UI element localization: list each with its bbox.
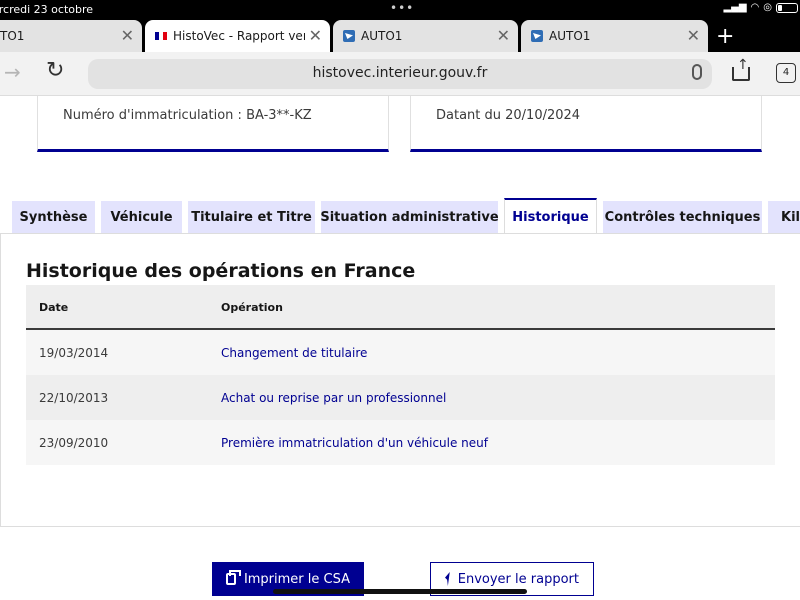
tab-historique[interactable]: Historique	[504, 198, 597, 234]
browser-tab-auto1-second[interactable]: AUTO1 ✕	[333, 20, 518, 52]
french-flag-icon	[155, 32, 167, 40]
section-tabs: Synthèse Véhicule Titulaire et Titre Sit…	[0, 198, 800, 234]
wifi-icon: ◠	[750, 2, 760, 13]
row-operation: Changement de titulaire	[221, 346, 368, 360]
browser-tab-histovec[interactable]: HistoVec - Rapport vendeur ✕	[145, 20, 330, 52]
multitasking-dots-icon[interactable]: •••	[390, 1, 414, 15]
tab-label: AUTO1	[361, 29, 403, 43]
report-date-card: Datant du 20/10/2024	[410, 96, 762, 152]
table-row: 22/10/2013 Achat ou reprise par un profe…	[26, 375, 775, 420]
printer-icon	[226, 570, 241, 585]
immatriculation-text: Numéro d'immatriculation : BA-3**-KZ	[63, 108, 312, 123]
close-tab-icon[interactable]: ✕	[687, 26, 700, 45]
row-operation: Première immatriculation d'un véhicule n…	[221, 436, 488, 450]
microphone-icon[interactable]	[692, 64, 702, 80]
table-row: 19/03/2014 Changement de titulaire	[26, 330, 775, 375]
tab-controles-techniques[interactable]: Contrôles techniques	[603, 201, 762, 234]
browser-tab-bar: TO1 ✕ HistoVec - Rapport vendeur ✕ AUTO1…	[0, 18, 800, 52]
historique-panel: Historique des opérations en France Date…	[0, 233, 800, 527]
forward-arrow-icon[interactable]: →	[4, 60, 21, 84]
tab-count-button[interactable]: 4	[776, 63, 796, 83]
tab-vehicule[interactable]: Véhicule	[101, 201, 182, 234]
tab-label: TO1	[0, 29, 25, 43]
tab-titulaire-titre[interactable]: Titulaire et Titre	[188, 201, 315, 234]
browser-tab-auto1-third[interactable]: AUTO1 ✕	[521, 20, 708, 52]
auto1-icon	[531, 30, 543, 42]
url-text: histovec.interieur.gouv.fr	[312, 65, 488, 81]
column-header-date: Date	[39, 301, 69, 314]
battery-icon	[776, 2, 798, 13]
tab-situation-administrative[interactable]: Situation administrative	[321, 201, 498, 234]
table-row: 23/09/2010 Première immatriculation d'un…	[26, 420, 775, 465]
history-table: Date Opération 19/03/2014 Changement de …	[26, 285, 775, 465]
address-bar[interactable]: histovec.interieur.gouv.fr	[88, 59, 712, 89]
row-date: 23/09/2010	[39, 436, 109, 450]
reload-icon[interactable]: ↻	[46, 58, 64, 83]
tab-label: AUTO1	[549, 29, 591, 43]
send-arrow-icon	[445, 572, 450, 586]
status-time: ercredi 23 octobre	[0, 3, 94, 16]
signal-icon: ▂▄▆	[723, 2, 747, 13]
history-title: Historique des opérations en France	[26, 260, 416, 282]
close-tab-icon[interactable]: ✕	[309, 26, 322, 45]
row-date: 19/03/2014	[39, 346, 109, 360]
close-tab-icon[interactable]: ✕	[121, 26, 134, 45]
close-tab-icon[interactable]: ✕	[497, 26, 510, 45]
home-indicator[interactable]	[273, 589, 527, 594]
lock-rotation-icon: ◎	[763, 2, 772, 13]
send-report-label: Envoyer le rapport	[457, 571, 579, 587]
tab-label: HistoVec - Rapport vendeur	[173, 29, 305, 43]
column-header-operation: Opération	[221, 301, 283, 314]
browser-tab-auto1-first[interactable]: TO1 ✕	[0, 20, 142, 52]
auto1-icon	[343, 30, 355, 42]
immatriculation-card: Numéro d'immatriculation : BA-3**-KZ	[37, 96, 389, 152]
row-operation: Achat ou reprise par un professionnel	[221, 391, 447, 405]
tab-kilometrage[interactable]: Kilo	[768, 201, 800, 234]
report-date-text: Datant du 20/10/2024	[436, 108, 581, 123]
print-csa-label: Imprimer le CSA	[243, 571, 350, 587]
row-date: 22/10/2013	[39, 391, 109, 405]
table-header: Date Opération	[26, 285, 775, 330]
tab-synthese[interactable]: Synthèse	[12, 201, 95, 234]
status-icons: ▂▄▆ ◠ ◎	[723, 2, 798, 13]
share-icon[interactable]: ↑	[732, 57, 750, 81]
status-bar: ercredi 23 octobre ••• ▂▄▆ ◠ ◎	[0, 0, 800, 18]
browser-toolbar: → ↻ histovec.interieur.gouv.fr ↑ 4	[0, 52, 800, 96]
new-tab-plus-icon[interactable]: +	[716, 24, 734, 49]
